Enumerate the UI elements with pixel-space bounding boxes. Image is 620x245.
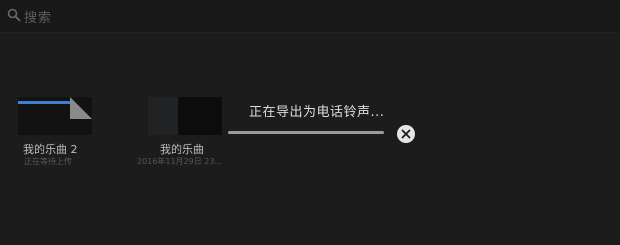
export-progress-bar: [228, 131, 384, 134]
song-title: 我的乐曲: [160, 143, 204, 156]
song-thumbnail[interactable]: [148, 97, 222, 135]
search-bar[interactable]: 搜索: [0, 0, 620, 33]
search-placeholder[interactable]: 搜索: [24, 7, 52, 26]
song-thumbnail[interactable]: [18, 97, 92, 135]
export-progress-fill: [228, 131, 384, 134]
song-title: 我的乐曲 2: [23, 143, 78, 156]
song-status: 正在等待上传: [24, 157, 72, 166]
cancel-export-button[interactable]: [397, 125, 415, 143]
export-status-message: 正在导出为电话铃声...: [249, 105, 385, 120]
thumbnail-panel: [148, 97, 178, 135]
song-date: 2016年11月29日 23...: [137, 157, 223, 166]
thumbnail-panel: [178, 97, 222, 135]
close-icon: [401, 129, 411, 139]
thumbnail-accent-bar: [18, 101, 72, 104]
search-icon: [7, 8, 21, 22]
page-fold-icon: [70, 97, 92, 119]
